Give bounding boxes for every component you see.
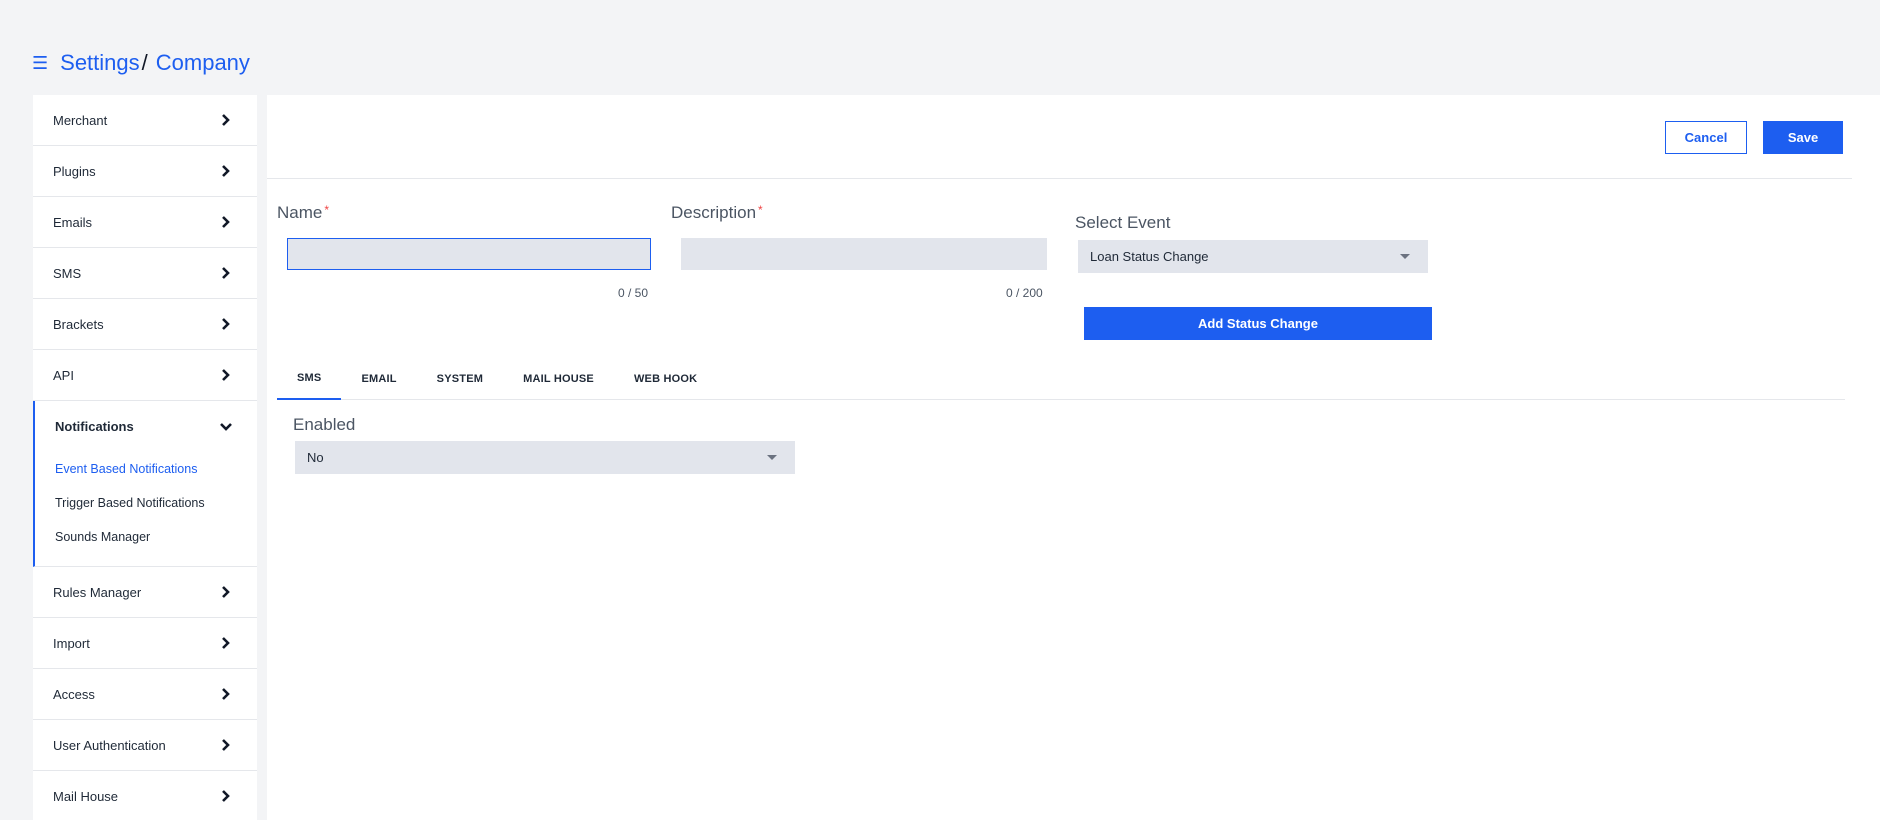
sidebar-item-label: API	[53, 367, 74, 383]
chevron-right-icon	[222, 369, 230, 381]
chevron-right-icon	[222, 688, 230, 700]
chevron-down-icon	[220, 422, 232, 431]
settings-sidebar: Merchant Plugins Emails SMS Brackets API…	[33, 95, 257, 820]
channel-tabs: SMS EMAIL SYSTEM MAIL HOUSE WEB HOOK	[277, 357, 1845, 400]
name-char-counter: 0 / 50	[618, 286, 649, 300]
sidebar-item-access[interactable]: Access	[33, 669, 257, 720]
sidebar-item-label: Import	[53, 635, 90, 651]
chevron-right-icon	[222, 267, 230, 279]
sidebar-item-mail-house[interactable]: Mail House	[33, 771, 257, 820]
hamburger-icon[interactable]: ☰	[32, 53, 48, 74]
sidebar-item-label: Notifications	[55, 419, 134, 434]
required-mark: *	[324, 203, 330, 217]
cancel-button[interactable]: Cancel	[1665, 121, 1747, 154]
sidebar-subitem-event-based-notifications[interactable]: Event Based Notifications	[35, 452, 257, 486]
description-char-counter: 0 / 200	[1006, 286, 1043, 300]
select-event-value: Loan Status Change	[1090, 249, 1209, 264]
sidebar-item-sms[interactable]: SMS	[33, 248, 257, 299]
sidebar-item-label: SMS	[53, 265, 82, 281]
description-label: Description *	[671, 203, 763, 223]
sidebar-item-api[interactable]: API	[33, 350, 257, 401]
sidebar-item-rules-manager[interactable]: Rules Manager	[33, 567, 257, 618]
sidebar-item-import[interactable]: Import	[33, 618, 257, 669]
name-label: Name *	[277, 203, 329, 223]
name-label-text: Name	[277, 203, 323, 222]
select-event-label: Select Event	[1075, 213, 1171, 232]
chevron-right-icon	[222, 637, 230, 649]
enabled-value: No	[307, 450, 324, 465]
sidebar-item-notifications[interactable]: Notifications	[35, 401, 257, 452]
description-input[interactable]	[681, 238, 1047, 270]
sidebar-item-user-authentication[interactable]: User Authentication	[33, 720, 257, 771]
required-mark: *	[758, 203, 763, 217]
caret-down-icon	[1400, 254, 1410, 259]
tab-email[interactable]: EMAIL	[341, 357, 416, 400]
main-panel: Cancel Save Name * 0 / 50 Description * 0 …	[267, 95, 1880, 820]
chevron-right-icon	[222, 318, 230, 330]
sidebar-item-label: Plugins	[53, 163, 96, 179]
enabled-label: Enabled	[293, 415, 356, 434]
save-button[interactable]: Save	[1763, 121, 1843, 154]
sidebar-item-label: Rules Manager	[53, 584, 142, 600]
chevron-right-icon	[222, 114, 230, 126]
breadcrumb-root[interactable]: Settings	[60, 50, 140, 76]
breadcrumb-current[interactable]: Company	[156, 50, 250, 76]
chevron-right-icon	[222, 739, 230, 751]
sidebar-item-label: Emails	[53, 214, 93, 230]
sidebar-item-label: Brackets	[53, 316, 104, 332]
enabled-dropdown[interactable]: No	[295, 441, 795, 474]
chevron-right-icon	[222, 790, 230, 802]
sidebar-item-plugins[interactable]: Plugins	[33, 146, 257, 197]
breadcrumb-separator: /	[141, 50, 148, 75]
chevron-right-icon	[222, 165, 230, 177]
sidebar-item-emails[interactable]: Emails	[33, 197, 257, 248]
description-label-text: Description	[671, 203, 757, 222]
sidebar-subitem-trigger-based-notifications[interactable]: Trigger Based Notifications	[35, 486, 257, 520]
select-event-dropdown[interactable]: Loan Status Change	[1078, 240, 1428, 273]
sidebar-item-label: Merchant	[53, 112, 108, 128]
tab-sms[interactable]: SMS	[277, 357, 342, 400]
breadcrumb: ☰ Settings / Company	[32, 50, 250, 76]
tab-mail-house[interactable]: MAIL HOUSE	[503, 357, 614, 400]
header-divider	[267, 178, 1852, 179]
add-status-change-button[interactable]: Add Status Change	[1084, 307, 1432, 340]
sidebar-item-label: Mail House	[53, 788, 119, 804]
chevron-right-icon	[222, 586, 230, 598]
name-input[interactable]	[287, 238, 651, 270]
tab-web-hook[interactable]: WEB HOOK	[614, 357, 717, 400]
form-actions: Cancel Save	[1665, 121, 1843, 154]
sidebar-item-merchant[interactable]: Merchant	[33, 95, 257, 146]
sidebar-item-label: User Authentication	[53, 737, 166, 753]
sidebar-item-brackets[interactable]: Brackets	[33, 299, 257, 350]
sidebar-subitem-sounds-manager[interactable]: Sounds Manager	[35, 520, 257, 554]
sidebar-group-notifications: Notifications Event Based Notifications …	[33, 401, 257, 567]
sidebar-item-label: Access	[53, 686, 95, 702]
tab-system[interactable]: SYSTEM	[417, 357, 503, 400]
caret-down-icon	[767, 455, 777, 460]
chevron-right-icon	[222, 216, 230, 228]
